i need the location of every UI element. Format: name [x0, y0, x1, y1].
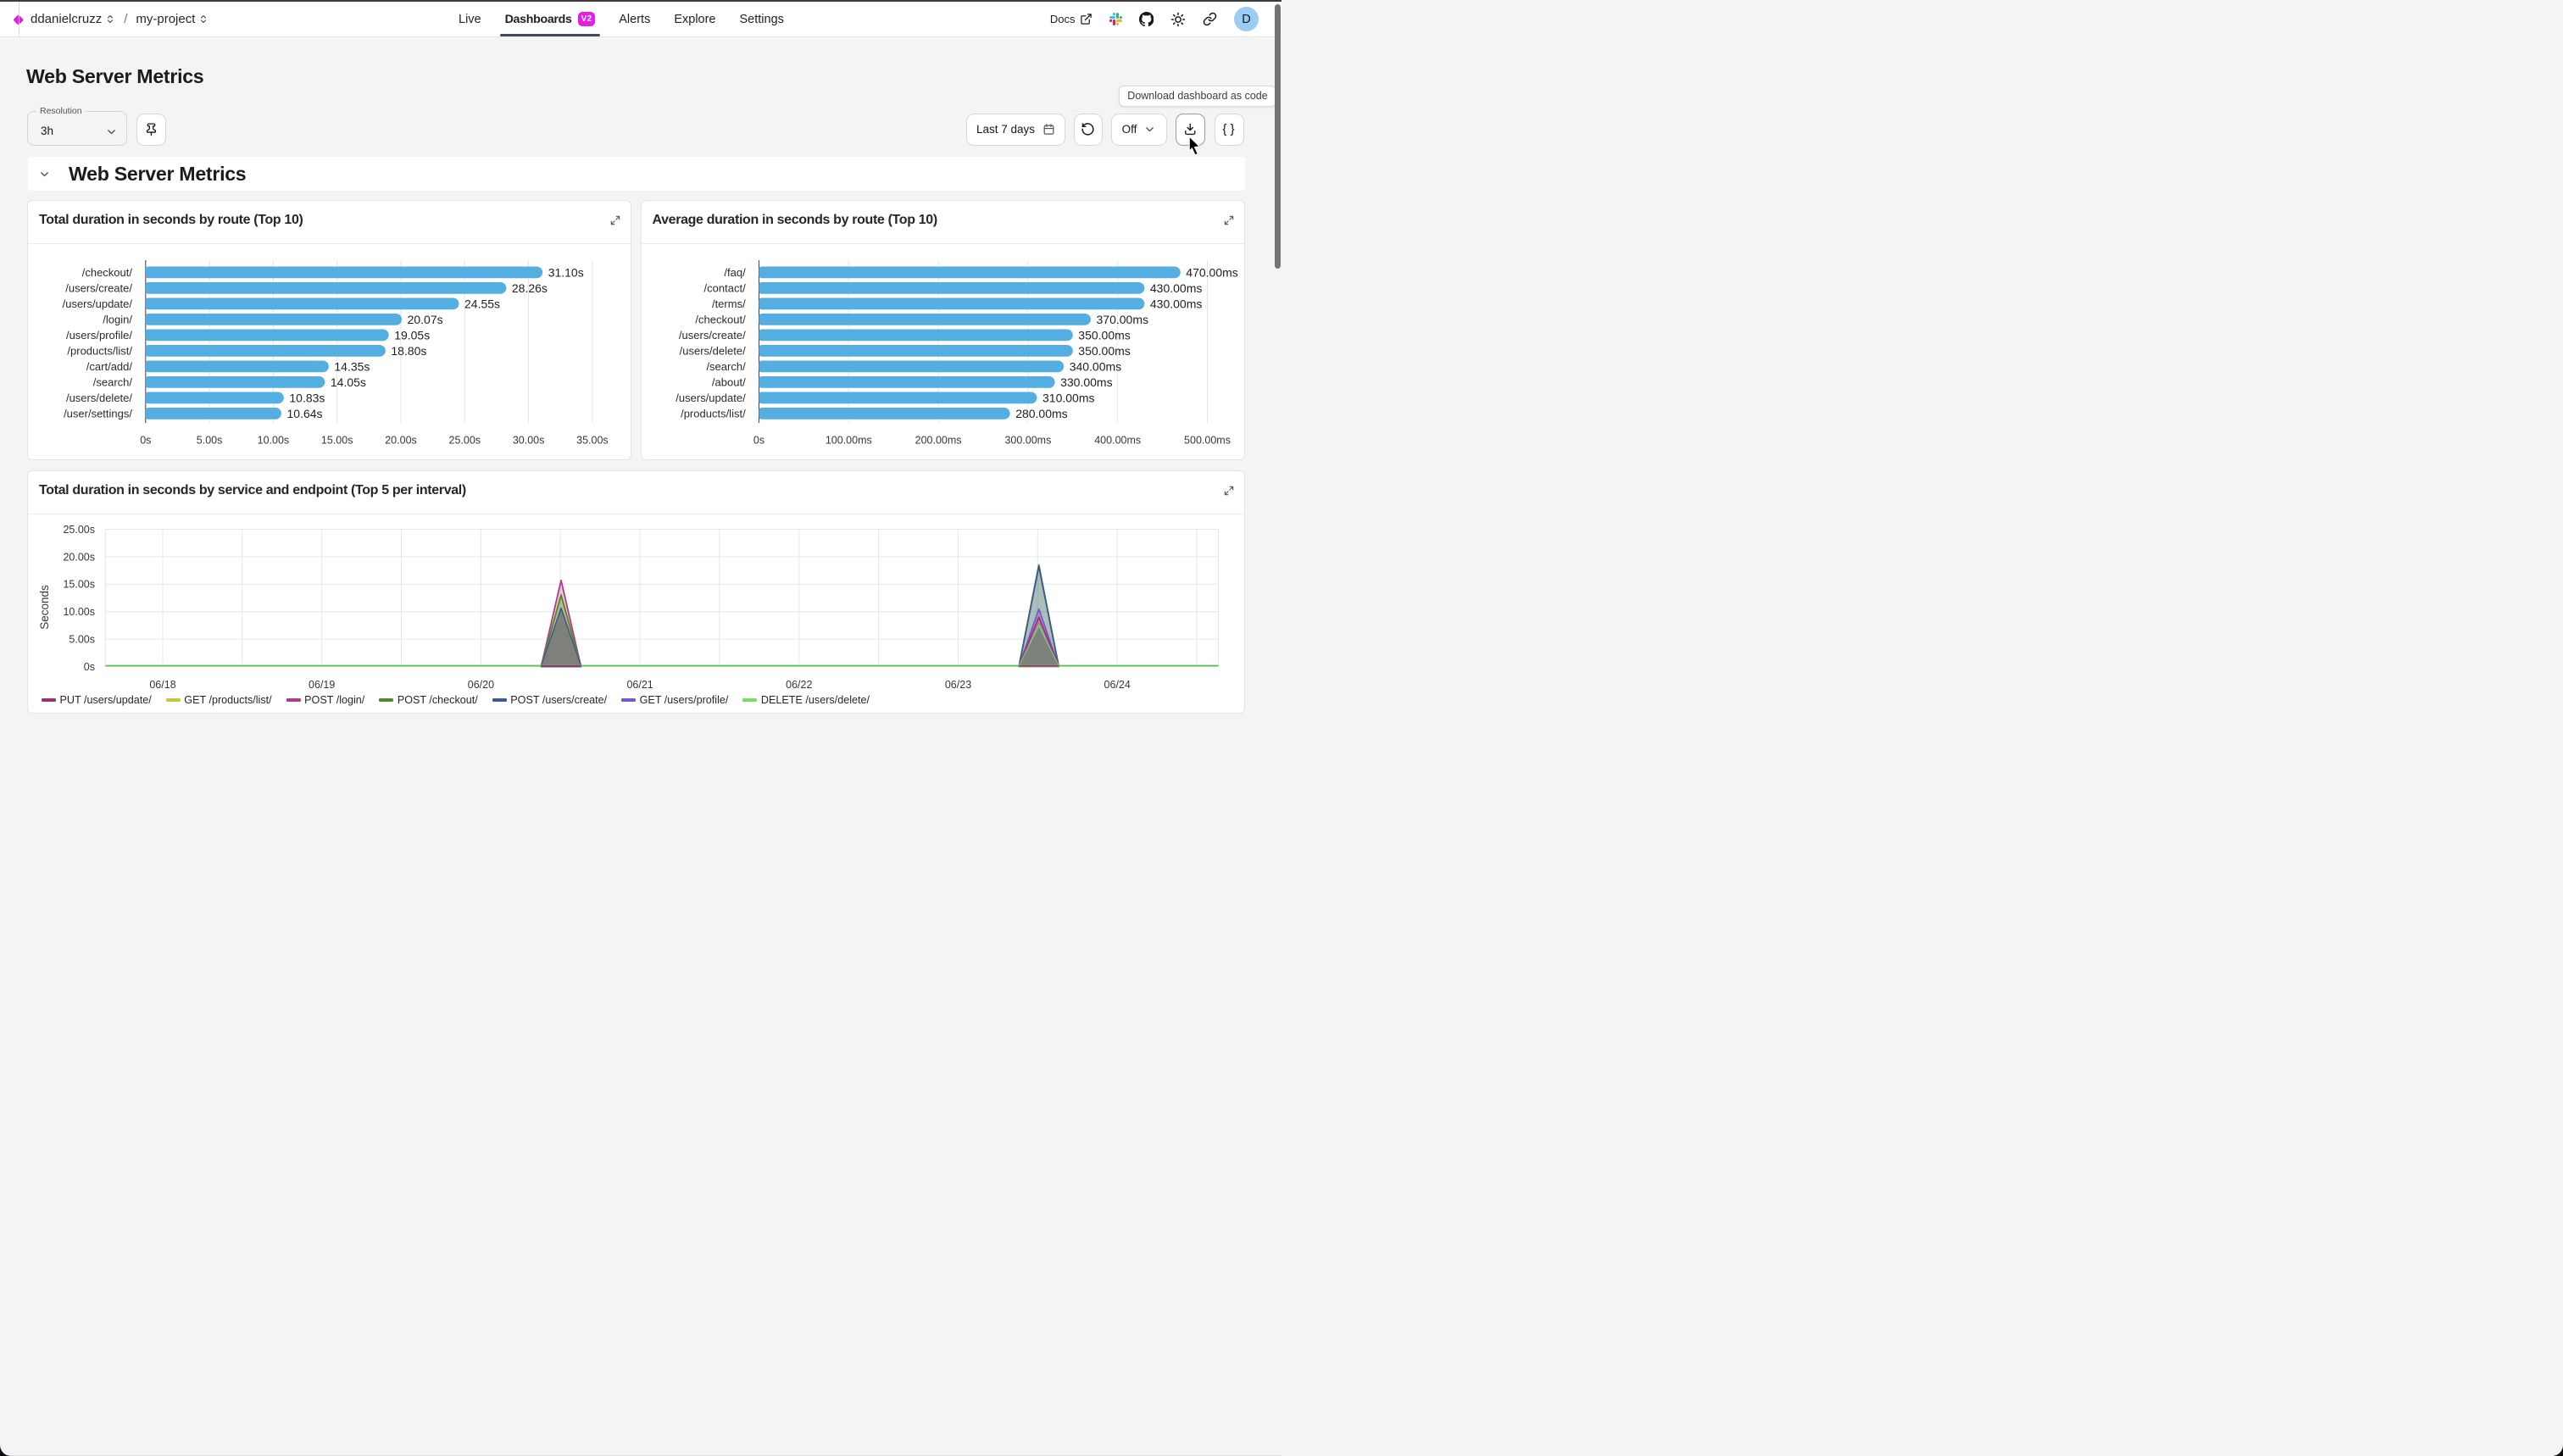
svg-text:280.00ms: 280.00ms — [1015, 407, 1067, 420]
svg-text:10.64s: 10.64s — [287, 407, 323, 420]
svg-text:06/19: 06/19 — [309, 679, 335, 691]
svg-text:/faq/: /faq/ — [724, 266, 746, 279]
svg-text:06/21: 06/21 — [626, 679, 653, 691]
svg-text:300.00ms: 300.00ms — [1004, 435, 1051, 447]
svg-text:14.35s: 14.35s — [334, 359, 370, 373]
svg-text:/products/list/: /products/list/ — [67, 344, 132, 357]
svg-text:/contact/: /contact/ — [703, 281, 746, 294]
svg-text:430.00ms: 430.00ms — [1149, 281, 1201, 295]
svg-text:06/22: 06/22 — [786, 679, 812, 691]
svg-text:310.00ms: 310.00ms — [1042, 391, 1094, 404]
svg-text:06/23: 06/23 — [945, 679, 971, 691]
svg-text:/products/list/: /products/list/ — [681, 407, 746, 420]
svg-text:/search/: /search/ — [93, 375, 133, 388]
svg-text:/users/create/: /users/create/ — [678, 329, 745, 342]
svg-text:100.00ms: 100.00ms — [825, 435, 871, 447]
svg-text:/login/: /login/ — [103, 313, 132, 325]
svg-text:400.00ms: 400.00ms — [1094, 435, 1141, 447]
svg-text:/checkout/: /checkout/ — [82, 266, 133, 279]
svg-text:06/20: 06/20 — [468, 679, 494, 691]
svg-text:0s: 0s — [753, 435, 764, 447]
svg-text:35.00s: 35.00s — [576, 435, 609, 447]
svg-text:Seconds: Seconds — [38, 584, 51, 629]
svg-text:20.00s: 20.00s — [63, 551, 95, 563]
svg-text:20.00s: 20.00s — [385, 435, 417, 447]
svg-text:500.00ms: 500.00ms — [1184, 435, 1231, 447]
svg-text:370.00ms: 370.00ms — [1096, 313, 1148, 326]
svg-text:350.00ms: 350.00ms — [1078, 344, 1130, 358]
svg-text:14.05s: 14.05s — [331, 375, 366, 389]
svg-text:/users/delete/: /users/delete/ — [679, 344, 745, 357]
svg-text:/users/update/: /users/update/ — [675, 392, 746, 404]
svg-text:5.00s: 5.00s — [197, 435, 223, 447]
svg-text:15.00s: 15.00s — [321, 435, 353, 447]
svg-text:/users/delete/: /users/delete/ — [66, 392, 132, 404]
svg-text:/users/update/: /users/update/ — [63, 297, 133, 310]
svg-text:25.00s: 25.00s — [63, 523, 95, 535]
svg-text:/search/: /search/ — [706, 360, 746, 373]
svg-text:30.00s: 30.00s — [513, 435, 545, 447]
svg-text:5.00s: 5.00s — [69, 633, 95, 645]
svg-text:28.26s: 28.26s — [512, 281, 548, 295]
svg-text:06/24: 06/24 — [1104, 679, 1131, 691]
svg-text:/about/: /about/ — [711, 375, 745, 388]
svg-text:0s: 0s — [84, 660, 95, 672]
svg-text:/checkout/: /checkout/ — [695, 313, 746, 325]
svg-text:/users/profile/: /users/profile/ — [66, 329, 132, 342]
svg-text:340.00ms: 340.00ms — [1069, 359, 1120, 373]
svg-text:31.10s: 31.10s — [548, 265, 584, 279]
svg-text:350.00ms: 350.00ms — [1078, 328, 1130, 342]
svg-text:24.55s: 24.55s — [464, 297, 500, 310]
svg-text:10.00s: 10.00s — [63, 606, 95, 618]
svg-text:25.00s: 25.00s — [449, 435, 481, 447]
svg-text:/user/settings/: /user/settings/ — [64, 407, 132, 420]
svg-text:470.00ms: 470.00ms — [1186, 265, 1237, 279]
svg-text:/users/create/: /users/create/ — [65, 281, 132, 294]
svg-text:/terms/: /terms/ — [711, 297, 745, 310]
svg-text:18.80s: 18.80s — [391, 344, 426, 358]
svg-text:430.00ms: 430.00ms — [1149, 297, 1201, 310]
svg-text:06/18: 06/18 — [149, 679, 175, 691]
svg-text:10.83s: 10.83s — [289, 391, 325, 404]
svg-text:/cart/add/: /cart/add/ — [86, 360, 133, 373]
svg-text:10.00s: 10.00s — [258, 435, 290, 447]
svg-text:19.05s: 19.05s — [394, 328, 430, 342]
svg-text:0s: 0s — [140, 435, 151, 447]
svg-text:330.00ms: 330.00ms — [1060, 375, 1112, 389]
svg-text:15.00s: 15.00s — [63, 578, 95, 590]
svg-text:200.00ms: 200.00ms — [915, 435, 961, 447]
svg-text:20.07s: 20.07s — [408, 313, 443, 326]
